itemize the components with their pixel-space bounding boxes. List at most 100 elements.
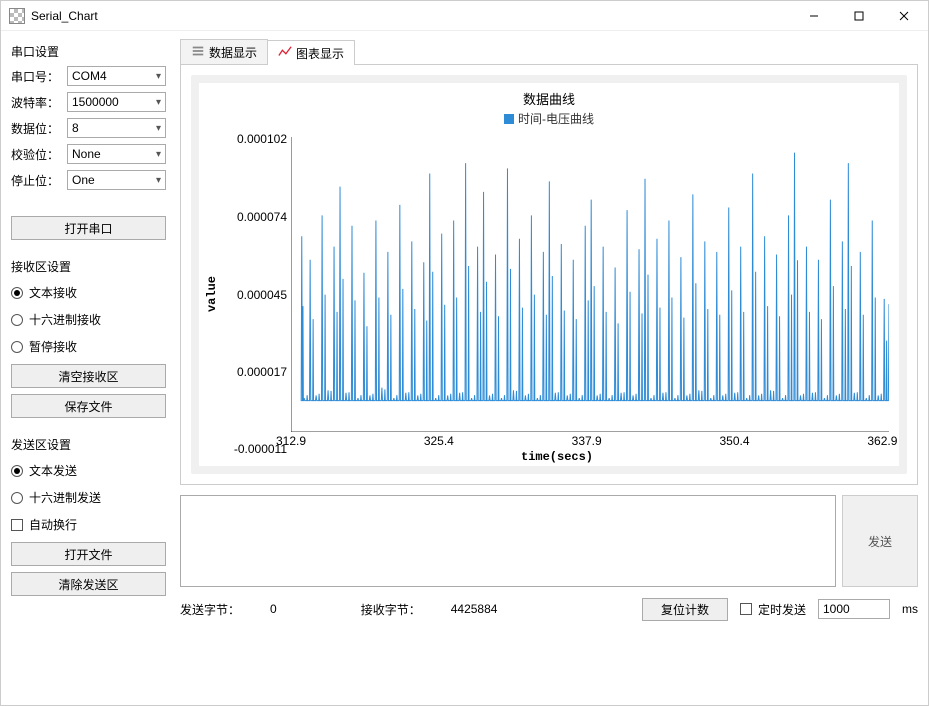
- recv-hex-label: 十六进制接收: [29, 311, 101, 328]
- clear-send-button[interactable]: 清除发送区: [11, 572, 166, 596]
- chevron-down-icon: ▾: [156, 97, 161, 108]
- port-label: 串口号：: [11, 68, 63, 85]
- legend-swatch: [504, 114, 514, 124]
- plot: 0.000102 0.000074 0.000045 0.000017 -0.0…: [221, 127, 893, 462]
- send-section-title: 发送区设置: [11, 436, 166, 453]
- clear-send-label: 清除发送区: [58, 576, 118, 593]
- content-panel: 数据显示 图表显示 数据曲线 时间-电压曲线 value 0.000102 0.…: [176, 31, 928, 705]
- send-hex-radio[interactable]: 十六进制发送: [11, 486, 166, 509]
- maximize-button[interactable]: [836, 2, 881, 30]
- radio-icon: [11, 492, 23, 504]
- radio-icon: [11, 465, 23, 477]
- send-button[interactable]: 发送: [842, 495, 918, 587]
- recv-pause-label: 暂停接收: [29, 338, 77, 355]
- timed-send-checkbox[interactable]: 定时发送: [740, 598, 806, 621]
- window-title: Serial_Chart: [31, 9, 791, 23]
- open-port-label: 打开串口: [64, 220, 112, 237]
- port-value: COM4: [72, 69, 107, 83]
- y-tick: 0.000102: [221, 132, 287, 146]
- recv-bytes-value: 4425884: [451, 602, 498, 616]
- parity-label: 校验位：: [11, 146, 63, 163]
- clear-recv-button[interactable]: 清空接收区: [11, 364, 166, 388]
- parity-select[interactable]: None ▾: [67, 144, 166, 164]
- data-icon: [191, 44, 205, 61]
- clear-recv-label: 清空接收区: [58, 368, 118, 385]
- minimize-button[interactable]: [791, 2, 836, 30]
- chevron-down-icon: ▾: [156, 71, 161, 82]
- chart-panel: 数据曲线 时间-电压曲线 value 0.000102 0.000074 0.0…: [180, 65, 918, 485]
- checkbox-icon: [11, 519, 23, 531]
- chart-legend: 时间-电压曲线: [205, 110, 893, 127]
- x-tick: 337.9: [572, 434, 602, 448]
- x-tick: 325.4: [424, 434, 454, 448]
- stopbits-value: One: [72, 173, 95, 187]
- recv-bytes-label: 接收字节：: [361, 601, 421, 618]
- chevron-down-icon: ▾: [156, 149, 161, 160]
- sidebar: 串口设置 串口号：COM4▾ 波特率：1500000▾ 数据位：8▾ 校验位：N…: [1, 31, 176, 705]
- app-icon: [9, 8, 25, 24]
- auto-wrap-checkbox[interactable]: 自动换行: [11, 513, 166, 536]
- databits-label: 数据位：: [11, 120, 63, 137]
- send-hex-label: 十六进制发送: [29, 489, 101, 506]
- baud-select[interactable]: 1500000 ▾: [67, 92, 166, 112]
- checkbox-icon: [740, 603, 752, 615]
- tabs: 数据显示 图表显示: [180, 39, 918, 65]
- send-button-label: 发送: [868, 533, 892, 550]
- open-port-button[interactable]: 打开串口: [11, 216, 166, 240]
- recv-hex-radio[interactable]: 十六进制接收: [11, 308, 166, 331]
- send-text-radio[interactable]: 文本发送: [11, 459, 166, 482]
- plot-svg: [291, 137, 889, 432]
- tab-data-label: 数据显示: [209, 44, 257, 61]
- recv-text-radio[interactable]: 文本接收: [11, 281, 166, 304]
- stopbits-select[interactable]: One ▾: [67, 170, 166, 190]
- reset-count-label: 复位计数: [661, 603, 709, 617]
- send-textarea[interactable]: [180, 495, 836, 587]
- radio-icon: [11, 287, 23, 299]
- radio-icon: [11, 314, 23, 326]
- close-button[interactable]: [881, 2, 926, 30]
- chart-title: 数据曲线: [205, 89, 893, 108]
- y-tick: 0.000017: [221, 365, 287, 379]
- chart-area[interactable]: 数据曲线 时间-电压曲线 value 0.000102 0.000074 0.0…: [191, 75, 907, 474]
- baud-label: 波特率：: [11, 94, 63, 111]
- y-tick: 0.000074: [221, 210, 287, 224]
- chevron-down-icon: ▾: [156, 175, 161, 186]
- tab-chart[interactable]: 图表显示: [267, 40, 355, 65]
- radio-icon: [11, 341, 23, 353]
- save-file-label: 保存文件: [64, 398, 112, 415]
- port-select[interactable]: COM4 ▾: [67, 66, 166, 86]
- chart-icon: [278, 45, 292, 62]
- parity-value: None: [72, 147, 101, 161]
- interval-unit: ms: [902, 602, 918, 616]
- reset-count-button[interactable]: 复位计数: [642, 598, 728, 621]
- recv-pause-radio[interactable]: 暂停接收: [11, 335, 166, 358]
- baud-value: 1500000: [72, 95, 119, 109]
- timed-send-label: 定时发送: [758, 601, 806, 618]
- titlebar: Serial_Chart: [1, 1, 928, 31]
- recv-text-label: 文本接收: [29, 284, 77, 301]
- legend-label: 时间-电压曲线: [518, 110, 594, 127]
- y-axis-label: value: [205, 276, 219, 312]
- open-file-label: 打开文件: [64, 546, 112, 563]
- databits-select[interactable]: 8▾: [67, 118, 166, 138]
- tab-chart-label: 图表显示: [296, 45, 344, 62]
- save-file-button[interactable]: 保存文件: [11, 394, 166, 418]
- sent-bytes-label: 发送字节：: [180, 601, 240, 618]
- stopbits-label: 停止位：: [11, 172, 63, 189]
- x-tick: 350.4: [720, 434, 750, 448]
- chevron-down-icon: ▾: [156, 123, 161, 134]
- sent-bytes-value: 0: [270, 602, 277, 616]
- y-tick: 0.000045: [221, 288, 287, 302]
- x-tick: 362.9: [867, 434, 897, 448]
- auto-wrap-label: 自动换行: [29, 516, 77, 533]
- port-section-title: 串口设置: [11, 43, 166, 60]
- status-bar: 发送字节： 0 接收字节： 4425884 复位计数 定时发送 ms: [180, 597, 918, 621]
- x-tick: 312.9: [276, 434, 306, 448]
- open-file-button[interactable]: 打开文件: [11, 542, 166, 566]
- tab-data[interactable]: 数据显示: [180, 39, 268, 64]
- interval-input[interactable]: [818, 599, 890, 619]
- x-axis-label: time(secs): [521, 450, 593, 464]
- send-text-label: 文本发送: [29, 462, 77, 479]
- recv-section-title: 接收区设置: [11, 258, 166, 275]
- databits-value: 8: [72, 121, 79, 135]
